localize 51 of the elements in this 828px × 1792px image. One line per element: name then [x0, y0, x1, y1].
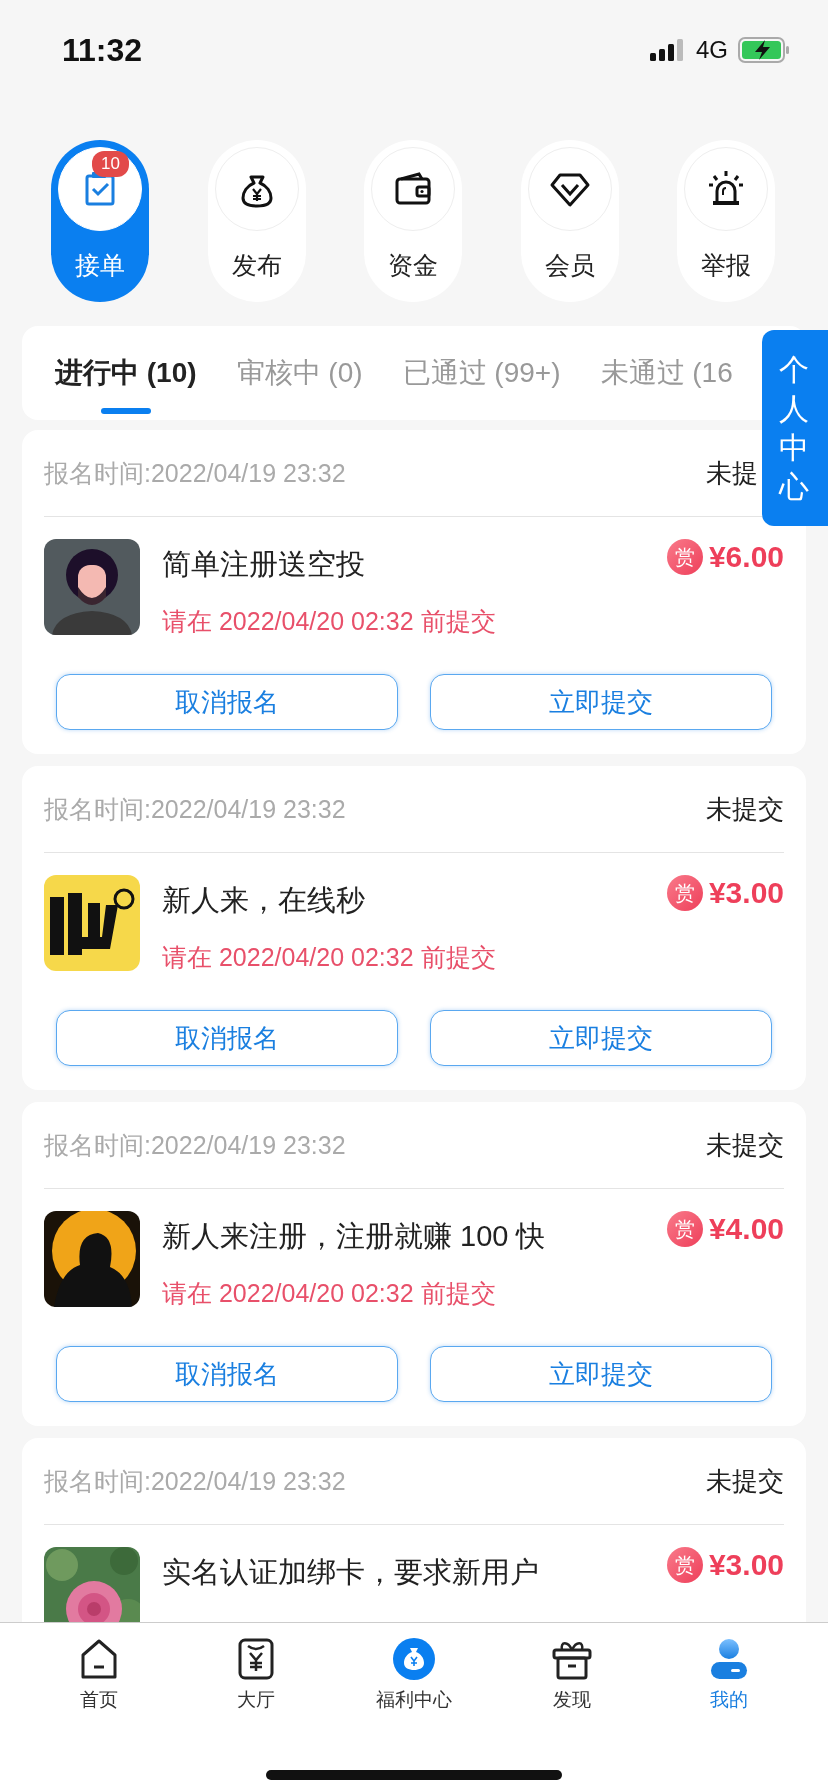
side-button[interactable]: 个人中心 — [762, 330, 828, 526]
shortcut-button[interactable]: 会员 — [520, 140, 619, 302]
action-button[interactable]: 立即提交 — [430, 1346, 772, 1402]
network-label: 4G — [696, 36, 728, 64]
shortcut-button[interactable]: 10 接单 — [51, 140, 149, 302]
reward-amount: ¥4.00 — [708, 1212, 784, 1246]
task-title: 新人来注册，注册就赚 100 快 — [162, 1219, 547, 1254]
tab[interactable]: 已通过 (99+) — [402, 342, 561, 404]
signup-time: 报名时间:2022/04/19 23:32 — [44, 1465, 346, 1497]
clock: 11:32 — [62, 31, 143, 69]
order-status: 未提交 — [706, 792, 784, 826]
task-title: 实名认证加绑卡，要求新用户 — [162, 1555, 540, 1590]
reward-amount: ¥3.00 — [708, 1548, 784, 1582]
tab-indicator — [100, 408, 151, 414]
shortcut-button[interactable]: 发布 — [207, 140, 306, 302]
deadline-text: 请在 2022/04/20 02:32 前提交 — [162, 606, 497, 637]
signal-icon — [650, 39, 686, 61]
tab[interactable]: 审核中 (0) — [236, 342, 363, 404]
deadline-text: 请在 2022/04/20 02:32 前提交 — [162, 942, 497, 973]
signup-time: 报名时间:2022/04/19 23:32 — [44, 793, 346, 825]
action-button[interactable]: 立即提交 — [430, 1010, 772, 1066]
nav-item[interactable]: 大厅 — [191, 1637, 322, 1713]
nav-item[interactable]: 我的 — [664, 1637, 795, 1713]
reward-amount: ¥6.00 — [708, 540, 784, 574]
battery-icon — [738, 37, 790, 63]
reward-badge: 赏 — [666, 539, 703, 575]
order-status: 未提交 — [706, 1464, 784, 1498]
deadline-text: 请在 2022/04/20 02:32 前提交 — [162, 1278, 497, 1309]
nav-item[interactable]: 福利中心 — [349, 1637, 479, 1713]
action-button[interactable]: 取消报名 — [56, 1346, 398, 1402]
shortcut-button[interactable]: 资金 — [364, 140, 462, 302]
action-button[interactable]: 取消报名 — [56, 674, 398, 730]
reward-amount: ¥3.00 — [708, 876, 784, 910]
count-badge: 10 — [92, 151, 129, 177]
action-button[interactable]: 取消报名 — [56, 1010, 398, 1066]
task-title: 简单注册送空投 — [162, 547, 366, 582]
reward-badge: 赏 — [666, 1211, 703, 1247]
signup-time: 报名时间:2022/04/19 23:32 — [44, 457, 346, 489]
action-button[interactable]: 立即提交 — [430, 674, 772, 730]
reward-badge: 赏 — [666, 1547, 703, 1583]
tab[interactable]: 进行中 (10) — [55, 342, 197, 404]
signup-time: 报名时间:2022/04/19 23:32 — [44, 1129, 346, 1161]
reward-badge: 赏 — [666, 875, 703, 911]
money-bag-icon — [392, 1637, 436, 1681]
nav-item[interactable]: 发现 — [506, 1637, 637, 1713]
order-status: 未提交 — [706, 1128, 784, 1162]
task-title: 新人来，在线秒 — [162, 883, 366, 918]
nav-item[interactable]: 首页 — [33, 1637, 164, 1713]
tab[interactable]: 未通过 (16 — [600, 342, 733, 404]
order-status: 未提 — [706, 456, 759, 490]
shortcut-button[interactable]: 举报 — [677, 140, 775, 302]
